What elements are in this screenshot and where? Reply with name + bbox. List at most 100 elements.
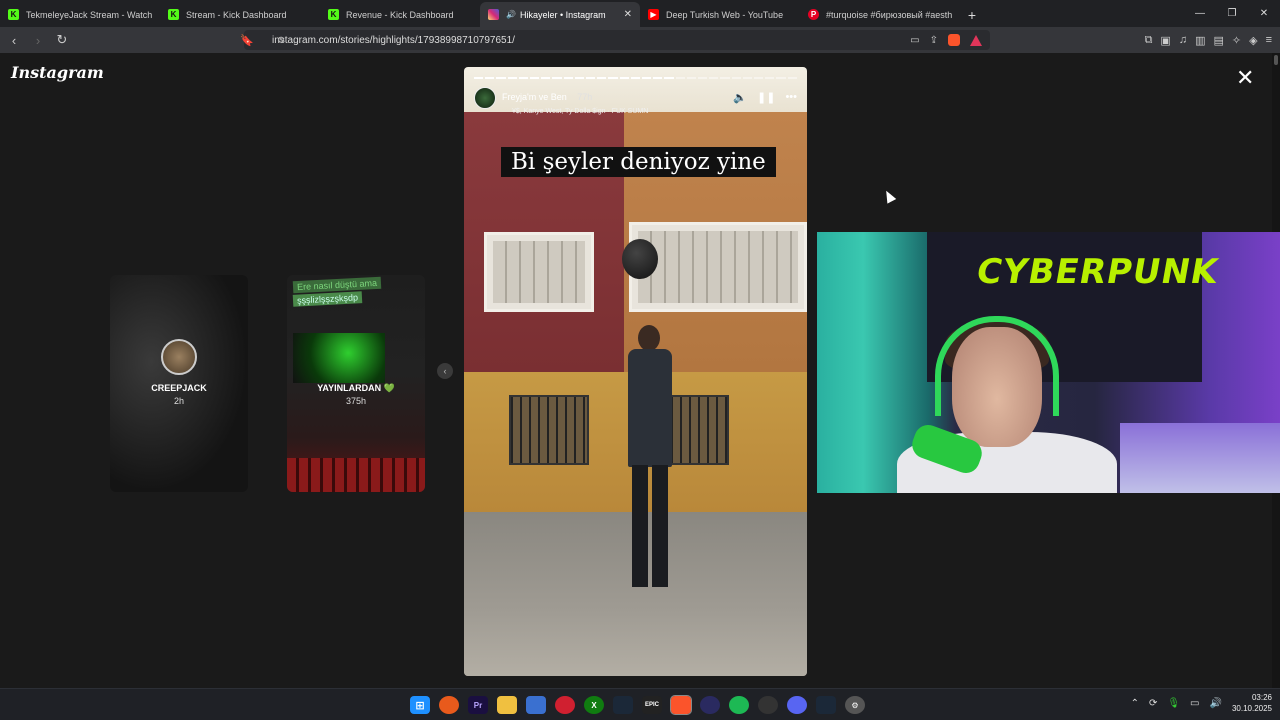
more-options-icon[interactable]: ••• xyxy=(785,91,797,104)
tab-youtube[interactable]: ▶ Deep Turkish Web - YouTube xyxy=(640,2,800,27)
story-card-yayinlardan[interactable]: Ere nasıl düştü ama şşşlizlşşzşkşdp YAYI… xyxy=(287,275,425,492)
instagram-logo[interactable]: Instagram xyxy=(11,63,104,82)
file-explorer-icon[interactable] xyxy=(497,696,517,714)
volume-icon[interactable]: 🔈 xyxy=(733,91,747,104)
extensions-icon[interactable]: ⧉ xyxy=(1145,34,1153,47)
tab-kick-stream[interactable]: K TekmeleyeJack Stream - Watch Live o xyxy=(0,2,160,27)
tab-label: #turquoise #бирюзовый #aesthetic xyxy=(826,9,952,20)
omnibox-actions: ▭ ⇪ xyxy=(910,34,982,46)
sidebar-icon[interactable]: ▥ xyxy=(1195,34,1205,47)
kick-icon: K xyxy=(168,9,179,20)
windows-start-icon[interactable]: ⊞ xyxy=(410,696,430,714)
close-tab-icon[interactable]: ✕ xyxy=(624,9,632,20)
app-icon[interactable] xyxy=(526,696,546,714)
back-icon[interactable]: ‹ xyxy=(4,30,24,50)
app-icon[interactable] xyxy=(700,696,720,714)
minimize-icon[interactable]: — xyxy=(1184,0,1216,27)
person-head xyxy=(638,325,660,351)
mouse-cursor xyxy=(881,188,897,204)
reload-icon[interactable]: ↻ xyxy=(52,30,72,50)
brave-shields-icon[interactable] xyxy=(948,34,960,46)
window-controls: — ❐ ✕ xyxy=(1184,0,1280,27)
progress-segment xyxy=(765,77,775,79)
tab-bar: K TekmeleyeJack Stream - Watch Live o K … xyxy=(0,0,1280,27)
bookmark-icon[interactable]: 🔖 xyxy=(240,34,254,47)
url-text[interactable]: instagram.com/stories/highlights/1793899… xyxy=(272,35,515,46)
speaker-icon[interactable]: 🔊 xyxy=(506,10,516,19)
active-story[interactable]: Freyja'm ve Ben 77h ¥$, Kanye West, Ty D… xyxy=(464,67,807,676)
system-clock[interactable]: 03:26 30.10.2025 xyxy=(1232,692,1272,714)
scrollbar-thumb[interactable] xyxy=(1274,55,1278,65)
story-sticker-text: Ere nasıl düştü ama xyxy=(292,276,382,294)
keyboard-image xyxy=(287,458,425,492)
display-icon[interactable]: ▭ xyxy=(1190,698,1199,709)
tab-pinterest[interactable]: P #turquoise #бирюзовый #aesthetic xyxy=(800,2,960,27)
epic-games-icon[interactable]: EPIC xyxy=(642,696,662,714)
avatar[interactable] xyxy=(474,87,496,109)
app-tray-icon[interactable]: ⟳ xyxy=(1149,698,1157,709)
kick-icon: K xyxy=(328,9,339,20)
app-icon[interactable] xyxy=(758,696,778,714)
tab-label: Deep Turkish Web - YouTube xyxy=(666,9,784,20)
progress-segment xyxy=(485,77,495,79)
previous-story-button[interactable]: ‹ xyxy=(437,363,453,379)
leo-ai-icon[interactable]: ✧ xyxy=(1232,34,1241,47)
story-card-creepjack[interactable]: CREEPJACK 2h xyxy=(110,275,248,492)
clock-date: 30.10.2025 xyxy=(1231,704,1272,713)
instagram-icon xyxy=(488,9,499,20)
tab-instagram[interactable]: 🔊 Hikayeler • Instagram ✕ xyxy=(480,2,640,27)
microphone-icon[interactable]: 🎙 xyxy=(1167,698,1180,709)
tab-label: Hikayeler • Instagram xyxy=(519,9,606,20)
discord-icon[interactable] xyxy=(787,696,807,714)
steam-icon[interactable] xyxy=(613,696,633,714)
menu-icon[interactable]: ≡ xyxy=(1266,34,1272,47)
poster-text: CYBERPUNK xyxy=(973,252,1222,292)
omnibox[interactable]: 🔖 ⚙ instagram.com/stories/highlights/179… xyxy=(240,30,990,50)
progress-segment xyxy=(698,77,708,79)
tab-kick-revenue[interactable]: K Revenue - Kick Dashboard xyxy=(320,2,480,27)
progress-segment xyxy=(642,77,652,79)
pause-icon[interactable]: ❚❚ xyxy=(757,91,775,104)
forward-icon[interactable]: › xyxy=(28,30,48,50)
tab-label: Revenue - Kick Dashboard xyxy=(346,9,454,20)
settings-icon[interactable]: ⚙ xyxy=(845,696,865,714)
taskbar-apps: ⊞ Pr X EPIC ⚙ xyxy=(410,695,865,715)
progress-segment xyxy=(709,77,719,79)
vpn-icon[interactable]: ◈ xyxy=(1249,34,1257,47)
spotify-icon[interactable] xyxy=(729,696,749,714)
story-image-window xyxy=(484,232,594,312)
volume-tray-icon[interactable]: 🔊 xyxy=(1210,698,1222,709)
close-icon[interactable]: ✕ xyxy=(1236,67,1254,89)
progress-segment xyxy=(664,77,674,79)
cast-icon[interactable]: ▭ xyxy=(910,35,919,46)
new-tab-button[interactable]: + xyxy=(960,2,984,27)
brave-rewards-icon[interactable] xyxy=(970,34,982,46)
music-icon[interactable]: ♫ xyxy=(1179,34,1187,47)
site-info-icon[interactable]: ⚙ xyxy=(277,35,285,46)
steam-icon[interactable] xyxy=(816,696,836,714)
restore-icon[interactable]: ❐ xyxy=(1216,0,1248,27)
story-sticker-text: şşşlizlşşzşkşdp xyxy=(292,291,363,307)
close-window-icon[interactable]: ✕ xyxy=(1248,0,1280,27)
progress-segment xyxy=(731,77,741,79)
wallet-icon[interactable]: ▣ xyxy=(1160,34,1170,47)
share-icon[interactable]: ⇪ xyxy=(930,35,938,46)
story-preview-image xyxy=(293,333,385,383)
progress-segment xyxy=(787,77,797,79)
progress-segment xyxy=(541,77,551,79)
premiere-icon[interactable]: Pr xyxy=(468,696,488,714)
chevron-up-icon[interactable]: ⌃ xyxy=(1131,698,1139,709)
story-music-label[interactable]: ¥$, Kanye West, Ty Dolla $ign · FUK SUMN xyxy=(512,108,648,115)
app-icon[interactable] xyxy=(439,696,459,714)
story-age: 77h xyxy=(577,92,593,102)
story-time: 2h xyxy=(173,396,184,406)
story-time: 375h xyxy=(345,396,367,406)
xbox-icon[interactable]: X xyxy=(584,696,604,714)
app-icon[interactable] xyxy=(555,696,575,714)
progress-segment xyxy=(776,77,786,79)
person-legs xyxy=(632,465,668,587)
brave-browser-icon[interactable] xyxy=(670,695,692,715)
tab-kick-dashboard[interactable]: K Stream - Kick Dashboard xyxy=(160,2,320,27)
story-username[interactable]: Freyja'm ve Ben xyxy=(502,92,567,102)
wallet-card-icon[interactable]: ▤ xyxy=(1213,34,1223,47)
